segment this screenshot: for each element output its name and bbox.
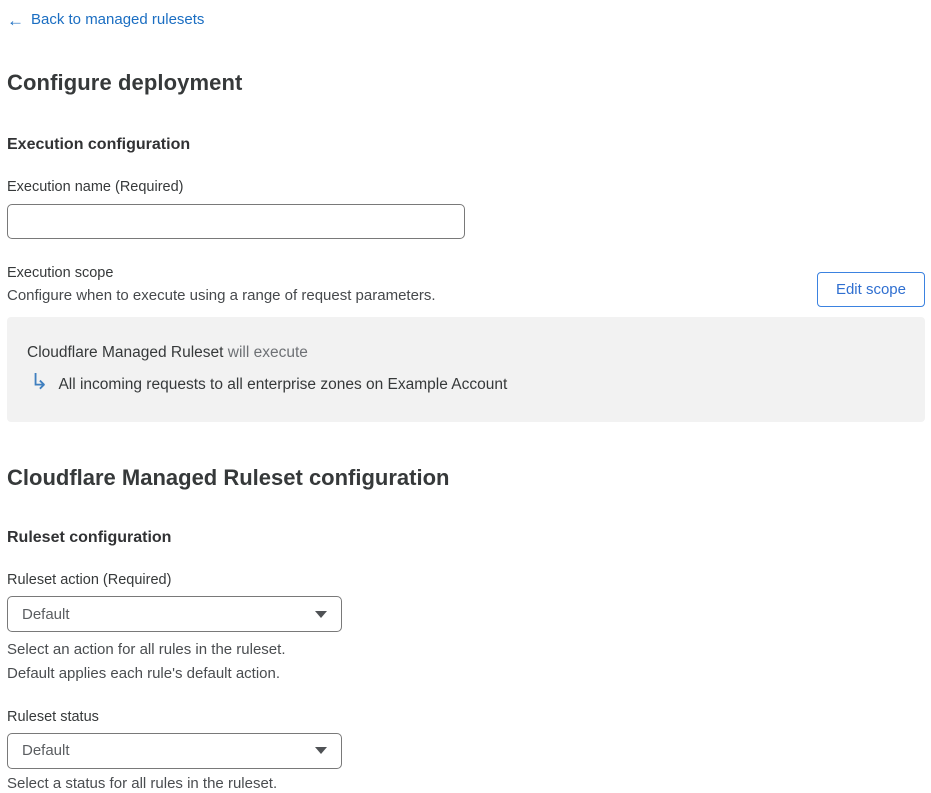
edit-scope-button[interactable]: Edit scope [816, 272, 925, 307]
ruleset-status-help: Select a status for all rules in the rul… [7, 774, 278, 792]
execution-scope-description: Configure when to execute using a range … [7, 287, 436, 304]
execution-name-input[interactable] [7, 204, 465, 239]
scope-summary-detail: All incoming requests to all enterprise … [58, 376, 508, 393]
execution-scope-label: Execution scope [7, 265, 114, 281]
ruleset-status-value: Default [22, 742, 70, 759]
scope-summary-detail-line: ↳ All incoming requests to all enterpris… [27, 369, 905, 396]
ruleset-status-select[interactable]: Default [7, 732, 342, 769]
execution-configuration-heading: Execution configuration [7, 136, 191, 153]
chevron-down-icon [315, 747, 327, 754]
ruleset-configuration-heading: Ruleset configuration [7, 529, 172, 546]
chevron-down-icon [315, 610, 327, 618]
ruleset-action-help-line2: Default applies each rule's default acti… [7, 664, 281, 682]
ruleset-action-value: Default [22, 605, 70, 623]
ruleset-name: Cloudflare Managed Ruleset [27, 344, 224, 361]
execution-scope-row: Execution scope Configure when to execut… [7, 265, 925, 307]
back-link-label: Back to managed rulesets [31, 11, 205, 28]
back-to-managed-rulesets-link[interactable]: ← Back to managed rulesets [7, 11, 205, 30]
ruleset-status-label: Ruleset status [7, 708, 99, 725]
ruleset-action-help-line1: Select an action for all rules in the ru… [7, 641, 286, 658]
ruleset-action-label: Ruleset action (Required) [7, 572, 172, 588]
scope-summary-box: Cloudflare Managed Ruleset will execute … [7, 317, 925, 422]
branch-arrow-icon: ↳ [30, 369, 49, 394]
back-arrow-icon: ← [7, 11, 24, 30]
ruleset-configuration-title: Cloudflare Managed Ruleset configuration [7, 465, 450, 490]
ruleset-action-help: Select an action for all rules in the ru… [7, 639, 925, 685]
ruleset-action-select[interactable]: Default [7, 596, 342, 632]
will-execute-text: will execute [227, 344, 308, 361]
execution-scope-text: Execution scope Configure when to execut… [7, 265, 436, 304]
page-title: Configure deployment [7, 70, 243, 95]
configure-deployment-page: ← Back to managed rulesets Configure dep… [0, 0, 931, 792]
scope-summary-line: Cloudflare Managed Ruleset will execute [27, 344, 905, 362]
execution-name-label: Execution name (Required) [7, 179, 184, 195]
